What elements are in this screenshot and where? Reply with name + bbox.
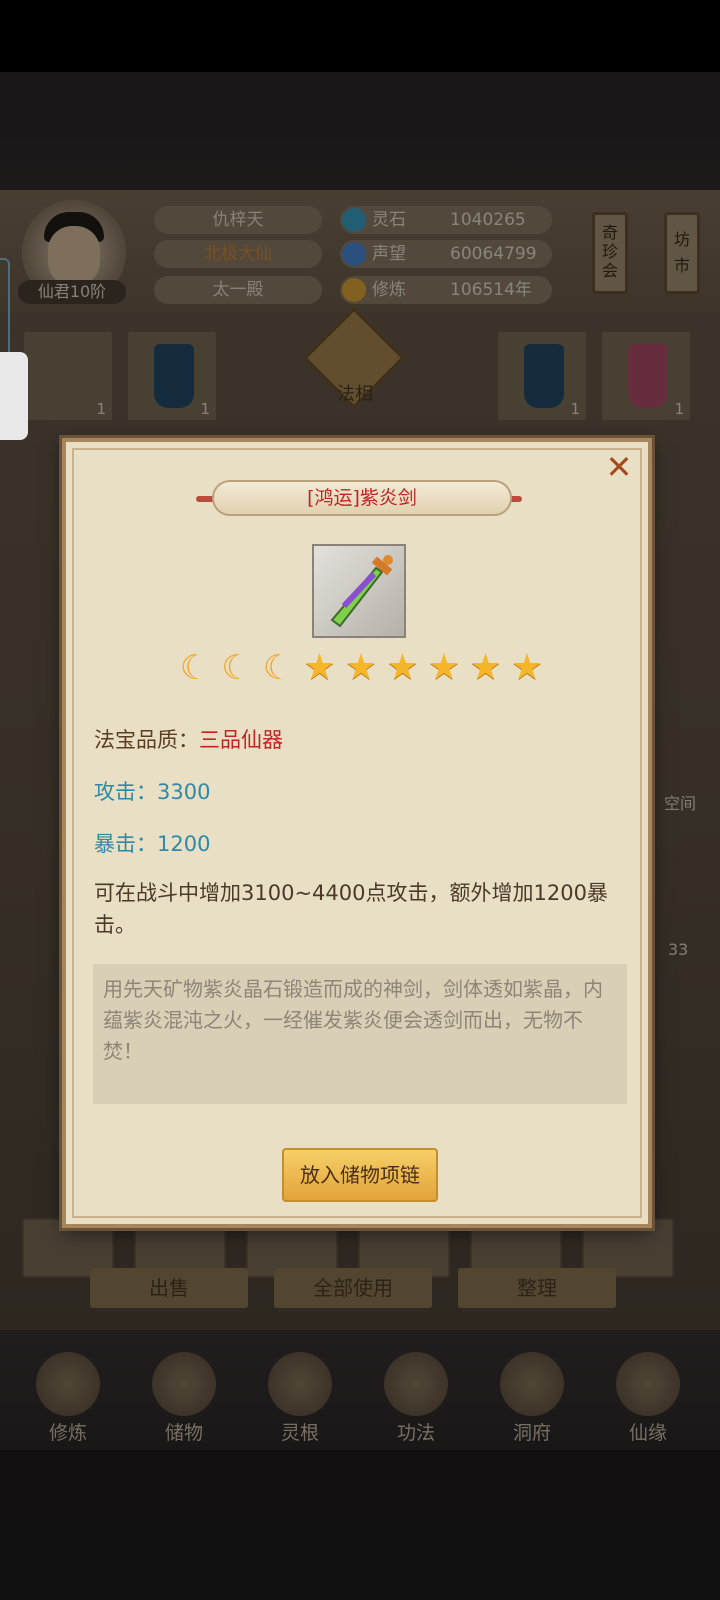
star-icon: ★: [427, 647, 461, 688]
quality-value: 三品仙器: [199, 728, 283, 752]
star-icon: ★: [510, 647, 544, 688]
star-icon: ★: [469, 647, 502, 688]
star-rating: ☾ ☾ ☾ ★ ★ ★ ★ ★ ★: [176, 649, 546, 691]
put-in-necklace-button[interactable]: 放入储物项链: [282, 1148, 438, 1202]
quality-label: 法宝品质：: [94, 728, 199, 752]
star-icon: ★: [386, 647, 419, 688]
item-effect: 可在战斗中增加3100~4400点攻击，额外增加1200暴击。: [94, 881, 608, 937]
close-icon[interactable]: ✕: [604, 451, 634, 483]
quality-row: 法宝品质：三品仙器: [94, 724, 283, 754]
star-icon: ★: [344, 647, 378, 688]
side-handle[interactable]: [0, 352, 28, 440]
item-lore: 用先天矿物紫炎晶石锻造而成的神剑，剑体透如紫晶，内蕴紫炎混沌之火，一经催发紫炎便…: [93, 964, 627, 1104]
moon-icon: ☾: [221, 648, 252, 688]
moon-icon: ☾: [262, 648, 294, 688]
item-title: [鸿运]紫炎剑: [212, 480, 512, 516]
attack-stat: 攻击：3300: [94, 780, 211, 804]
item-slot: [312, 544, 406, 638]
purple-flame-sword-icon: [330, 555, 393, 628]
crit-stat: 暴击：1200: [94, 832, 211, 856]
moon-icon: ☾: [179, 648, 211, 688]
star-icon: ★: [303, 647, 336, 688]
